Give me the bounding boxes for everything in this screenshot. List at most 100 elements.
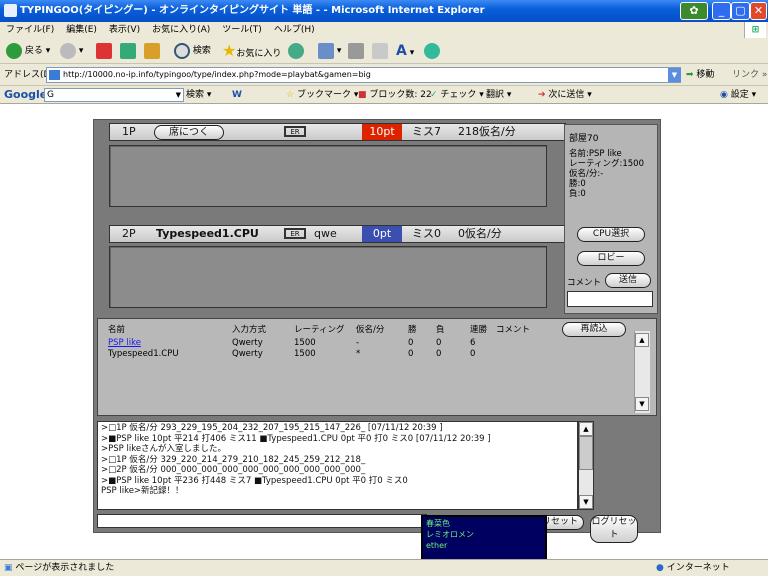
room-info-speed: 仮名/分:- (569, 169, 604, 179)
mail-icon (318, 42, 334, 59)
menu-bar: ファイル(F) 編集(E) 表示(V) お気に入り(A) ツール(T) ヘルプ(H) ⊞ (0, 22, 768, 38)
log-scroll-up-button[interactable]: ▲ (579, 422, 593, 436)
table-cell: 0 (408, 338, 414, 348)
popup-album: ether (426, 541, 448, 550)
room-info-panel: 部屋70 名前:PSP like レーティング:1500 仮名/分:- 勝:0 … (564, 124, 658, 314)
history-icon (288, 42, 304, 59)
address-input[interactable]: http://10000.no-ip.info/typingoo/type/in… (46, 67, 681, 83)
log-scrollbar[interactable]: ▲ ▼ (578, 421, 594, 510)
status-bar: ▣ ページが表示されました ● インターネット (0, 559, 768, 576)
forward-button[interactable]: ▾ (60, 42, 83, 60)
menu-file[interactable]: ファイル(F) (6, 25, 54, 35)
mail-button[interactable]: ▾ (318, 42, 341, 60)
player2-speed: 0仮名/分 (458, 227, 502, 240)
history-button[interactable] (288, 42, 304, 60)
table-cell: Qwerty (232, 338, 263, 348)
take-seat-button[interactable]: 席につく (154, 125, 224, 140)
address-url: http://10000.no-ip.info/typingoo/type/in… (63, 70, 371, 79)
favorites-button[interactable]: ★お気に入り (222, 42, 281, 60)
menu-favorites[interactable]: お気に入り(A) (152, 25, 210, 35)
table-header-cell: レーティング (294, 325, 345, 335)
gear-icon: ◉ (720, 90, 728, 100)
menu-tools[interactable]: ツール(T) (222, 25, 262, 35)
messenger-icon (424, 42, 440, 59)
maximize-button[interactable]: ▢ (731, 2, 750, 20)
player2-slot: 2P (122, 227, 136, 240)
translate-button[interactable]: 翻訳 ▾ (486, 86, 511, 104)
bookmarks-button[interactable]: ☆ ブックマーク ▾ (286, 86, 358, 104)
print-icon (348, 42, 364, 59)
table-header-cell: 名前 (108, 325, 126, 335)
popup-blocker[interactable]: ■ ブロック数: 22 (358, 86, 432, 104)
player1-slot: 1P (122, 125, 136, 138)
chat-input[interactable] (97, 514, 427, 528)
block-icon: ■ (358, 90, 367, 100)
google-settings-button[interactable]: ◉ 設定 ▾ (720, 86, 756, 104)
minimize-button[interactable]: _ (712, 2, 731, 20)
menu-view[interactable]: 表示(V) (109, 25, 140, 35)
search-button[interactable]: 検索 (174, 42, 211, 60)
lobby-button[interactable]: ロビー (577, 251, 645, 266)
table-scrollbar[interactable]: ▲ ▼ (634, 331, 650, 413)
table-cell: 6 (470, 338, 476, 348)
table-header-cell: 入力方式 (232, 325, 267, 335)
font-size-icon: A (396, 43, 407, 59)
stop-button[interactable] (96, 42, 112, 60)
popup-artist: レミオロメン (426, 530, 474, 539)
log-line: >□1P 仮名/分 329_220_214_279_210_182_245_25… (101, 454, 366, 465)
scroll-down-button[interactable]: ▼ (635, 397, 649, 411)
comment-input[interactable] (567, 291, 653, 307)
spellcheck-button[interactable]: ✓ チェック ▾ (430, 86, 484, 104)
log-line: >■PSP like 10pt 平236 打448 ミス7 ■Typespeed… (101, 475, 408, 486)
log-line: >■PSP like 10pt 平214 打406 ミス11 ■Typespee… (101, 433, 491, 444)
log-scroll-down-button[interactable]: ▼ (579, 495, 593, 509)
go-button[interactable]: ➡ 移動 (686, 64, 714, 86)
menu-edit[interactable]: 編集(E) (66, 25, 97, 35)
log-line: >□1P 仮名/分 293_229_195_204_232_207_195_21… (101, 423, 443, 433)
address-dropdown-button[interactable]: ▼ (668, 68, 681, 82)
log-reset-button[interactable]: ログリセット (590, 515, 638, 543)
table-cell: 1500 (294, 349, 316, 359)
player2-bar: 2P Typespeed1.CPU ER qwe 0pt ミス0 0仮名/分 (109, 225, 566, 243)
table-cell: 1500 (294, 338, 316, 348)
print-button[interactable] (348, 42, 364, 60)
player-name-cell[interactable]: PSP like (108, 338, 141, 349)
send-comment-button[interactable]: 送信 (605, 273, 651, 288)
scroll-up-button[interactable]: ▲ (635, 333, 649, 347)
table-cell: 0 (408, 349, 414, 359)
player1-mode-badge: ER (284, 126, 306, 137)
links-button[interactable]: リンク » (732, 64, 767, 86)
cpu-select-button[interactable]: CPU選択 (577, 227, 645, 242)
player2-mode-badge: ER (284, 228, 306, 239)
google-search-button[interactable]: 検索 ▾ (186, 86, 211, 104)
menu-help[interactable]: ヘルプ(H) (274, 25, 315, 35)
send-to-button[interactable]: ➔ 次に送信 ▾ (538, 86, 592, 104)
home-button[interactable] (144, 42, 160, 60)
log-scroll-thumb[interactable] (579, 436, 593, 470)
window-title: TYPINGOO(タイピングー) - オンラインタイピングサイト 単語 - - … (20, 5, 485, 16)
room-info-name: 名前:PSP like (569, 149, 622, 159)
table-cell: - (356, 338, 360, 348)
edit-button[interactable] (372, 42, 388, 60)
google-logo: Google (4, 88, 48, 101)
table-cell: Qwerty (232, 349, 263, 359)
reload-button[interactable]: 再読込 (562, 322, 626, 337)
table-row: PSP like Qwerty 1500 - 0 0 6 (98, 338, 638, 349)
room-title: 部屋70 (569, 134, 599, 144)
table-row: Typespeed1.CPU Qwerty 1500 * 0 0 0 (98, 349, 638, 360)
table-cell: 0 (470, 349, 476, 359)
comment-label: コメント (567, 278, 602, 288)
messenger-button[interactable] (424, 42, 440, 60)
google-search-input[interactable]: G ▼ (44, 88, 184, 102)
table-cell: 0 (436, 349, 442, 359)
refresh-icon (120, 42, 136, 59)
player2-name: Typespeed1.CPU (156, 227, 259, 240)
star-icon: ☆ (286, 90, 295, 100)
font-button[interactable]: A ▾ (396, 42, 414, 60)
w-icon[interactable]: W (232, 86, 242, 104)
close-button[interactable]: ✕ (750, 2, 767, 20)
player-name-cell: Typespeed1.CPU (108, 349, 179, 359)
back-button[interactable]: 戻る ▾ (6, 42, 50, 60)
refresh-button[interactable] (120, 42, 136, 60)
google-toolbar: Google G ▼ 検索 ▾ W ☆ ブックマーク ▾ ■ ブロック数: 22 … (0, 86, 768, 104)
